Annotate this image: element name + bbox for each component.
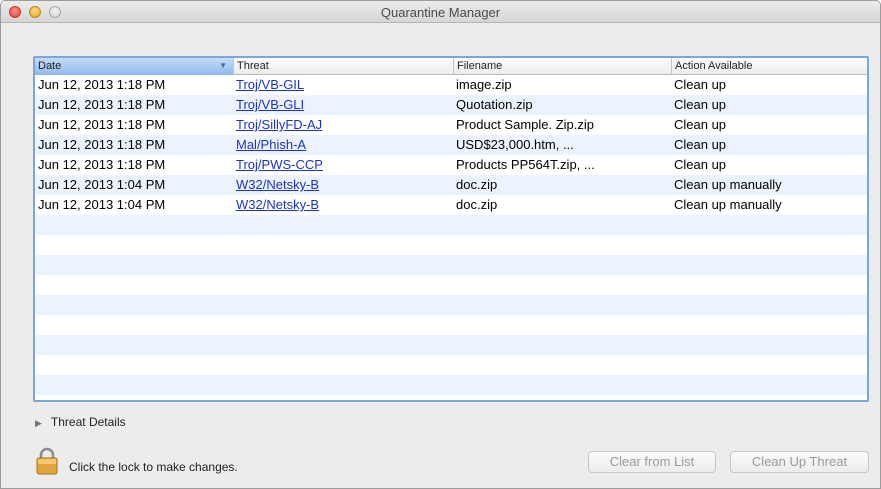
- threat-link[interactable]: Mal/Phish-A: [236, 135, 306, 155]
- date-cell: Jun 12, 2013 1:04 PM: [38, 197, 166, 212]
- date-cell: Jun 12, 2013 1:18 PM: [38, 97, 166, 112]
- date-cell: Jun 12, 2013 1:04 PM: [38, 177, 166, 192]
- threat-link[interactable]: Troj/SillyFD-AJ: [236, 115, 322, 135]
- action-cell: Clean up: [674, 97, 727, 112]
- filename-cell: doc.zip: [456, 197, 498, 212]
- table-row[interactable]: Jun 12, 2013 1:18 PM Troj/VB-GIL image.zip…: [35, 75, 867, 95]
- table-row[interactable]: Jun 12, 2013 1:18 PM Troj/PWS-CCP Products…: [35, 155, 867, 175]
- action-cell: Clean up manually: [674, 177, 782, 192]
- table-row[interactable]: Jun 12, 2013 1:18 PM Troj/VB-GLI Quotation…: [35, 95, 867, 115]
- table-row[interactable]: Jun 12, 2013 1:18 PM Mal/Phish-A USD$23,00…: [35, 135, 867, 155]
- table-body: Jun 12, 2013 1:18 PM Troj/VB-GIL image.zip…: [35, 75, 867, 395]
- table-row[interactable]: Jun 12, 2013 1:04 PM W32/Netsky-B doc.zip C…: [35, 175, 867, 195]
- filename-cell: Product Sample. Zip.zip: [456, 117, 595, 132]
- threat-link[interactable]: Troj/PWS-CCP: [236, 155, 323, 175]
- threats-table[interactable]: Date ▼ Threat Filename Action Available …: [33, 56, 869, 402]
- table-row[interactable]: Jun 12, 2013 1:18 PM Troj/SillyFD-AJ Produ…: [35, 115, 867, 135]
- column-header-date[interactable]: Date ▼: [35, 58, 234, 75]
- clean-up-threat-button[interactable]: Clean Up Threat: [730, 451, 869, 473]
- clear-from-list-button[interactable]: Clear from List: [588, 451, 716, 473]
- column-header-filename-label: Filename: [457, 60, 503, 72]
- threat-link[interactable]: Troj/VB-GIL: [236, 75, 304, 95]
- empty-table-row: [35, 355, 867, 375]
- column-header-threat[interactable]: Threat: [234, 58, 454, 75]
- filename-cell: doc.zip: [456, 177, 498, 192]
- empty-table-row: [35, 295, 867, 315]
- date-cell: Jun 12, 2013 1:18 PM: [38, 117, 166, 132]
- table-row[interactable]: Jun 12, 2013 1:04 PM W32/Netsky-B doc.zip C…: [35, 195, 867, 215]
- empty-table-row: [35, 235, 867, 255]
- filename-cell: Products PP564T.zip, ...: [456, 157, 595, 172]
- lock-icon[interactable]: [36, 447, 58, 475]
- table-header: Date ▼ Threat Filename Action Available: [35, 58, 867, 75]
- date-cell: Jun 12, 2013 1:18 PM: [38, 157, 166, 172]
- column-header-action[interactable]: Action Available: [672, 58, 867, 75]
- empty-table-row: [35, 215, 867, 235]
- threat-link[interactable]: W32/Netsky-B: [236, 175, 319, 195]
- action-cell: Clean up: [674, 157, 727, 172]
- empty-table-row: [35, 275, 867, 295]
- filename-cell: Quotation.zip: [456, 97, 533, 112]
- threat-link[interactable]: Troj/VB-GLI: [236, 95, 304, 115]
- threat-details-label: Threat Details: [50, 415, 126, 429]
- empty-table-row: [35, 375, 867, 395]
- threat-details-disclosure[interactable]: ▶ Threat Details: [35, 415, 126, 429]
- column-header-date-label: Date: [38, 60, 62, 72]
- empty-table-row: [35, 315, 867, 335]
- window-title: Quarantine Manager: [380, 5, 501, 20]
- filename-cell: image.zip: [456, 77, 512, 92]
- date-cell: Jun 12, 2013 1:18 PM: [38, 137, 166, 152]
- column-header-threat-label: Threat: [237, 60, 269, 72]
- disclosure-triangle-icon[interactable]: ▶: [35, 418, 42, 429]
- title-bar[interactable]: Quarantine Manager: [1, 1, 880, 23]
- action-cell: Clean up: [674, 137, 727, 152]
- action-cell: Clean up manually: [674, 197, 782, 212]
- lock-instructions: Click the lock to make changes.: [69, 460, 238, 474]
- sort-descending-icon: ▼: [219, 61, 227, 70]
- empty-table-row: [35, 255, 867, 275]
- filename-cell: USD$23,000.htm, ...: [456, 137, 574, 152]
- column-header-filename[interactable]: Filename: [454, 58, 672, 75]
- empty-table-row: [35, 335, 867, 355]
- date-cell: Jun 12, 2013 1:18 PM: [38, 77, 166, 92]
- column-header-action-label: Action Available: [675, 60, 753, 72]
- quarantine-manager-window: Quarantine Manager Date ▼ Threat Filenam…: [0, 0, 881, 489]
- threat-link[interactable]: W32/Netsky-B: [236, 195, 319, 215]
- action-cell: Clean up: [674, 117, 727, 132]
- action-cell: Clean up: [674, 77, 727, 92]
